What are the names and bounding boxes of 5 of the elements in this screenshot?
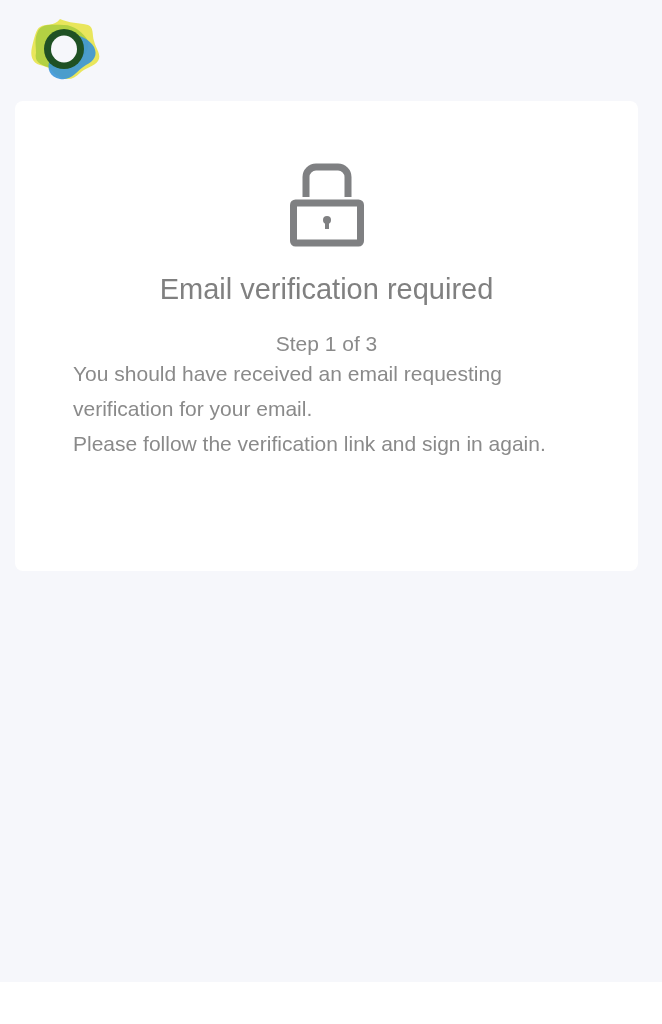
card-title: Email verification required (159, 273, 494, 306)
instruction-text: You should have received an email requesting verification for your email. (73, 361, 503, 422)
step-indicator: Step 1 of 3 (275, 332, 378, 356)
instruction-text: Please follow the verification link and sign in again. (73, 431, 547, 457)
lock-icon (289, 163, 364, 247)
